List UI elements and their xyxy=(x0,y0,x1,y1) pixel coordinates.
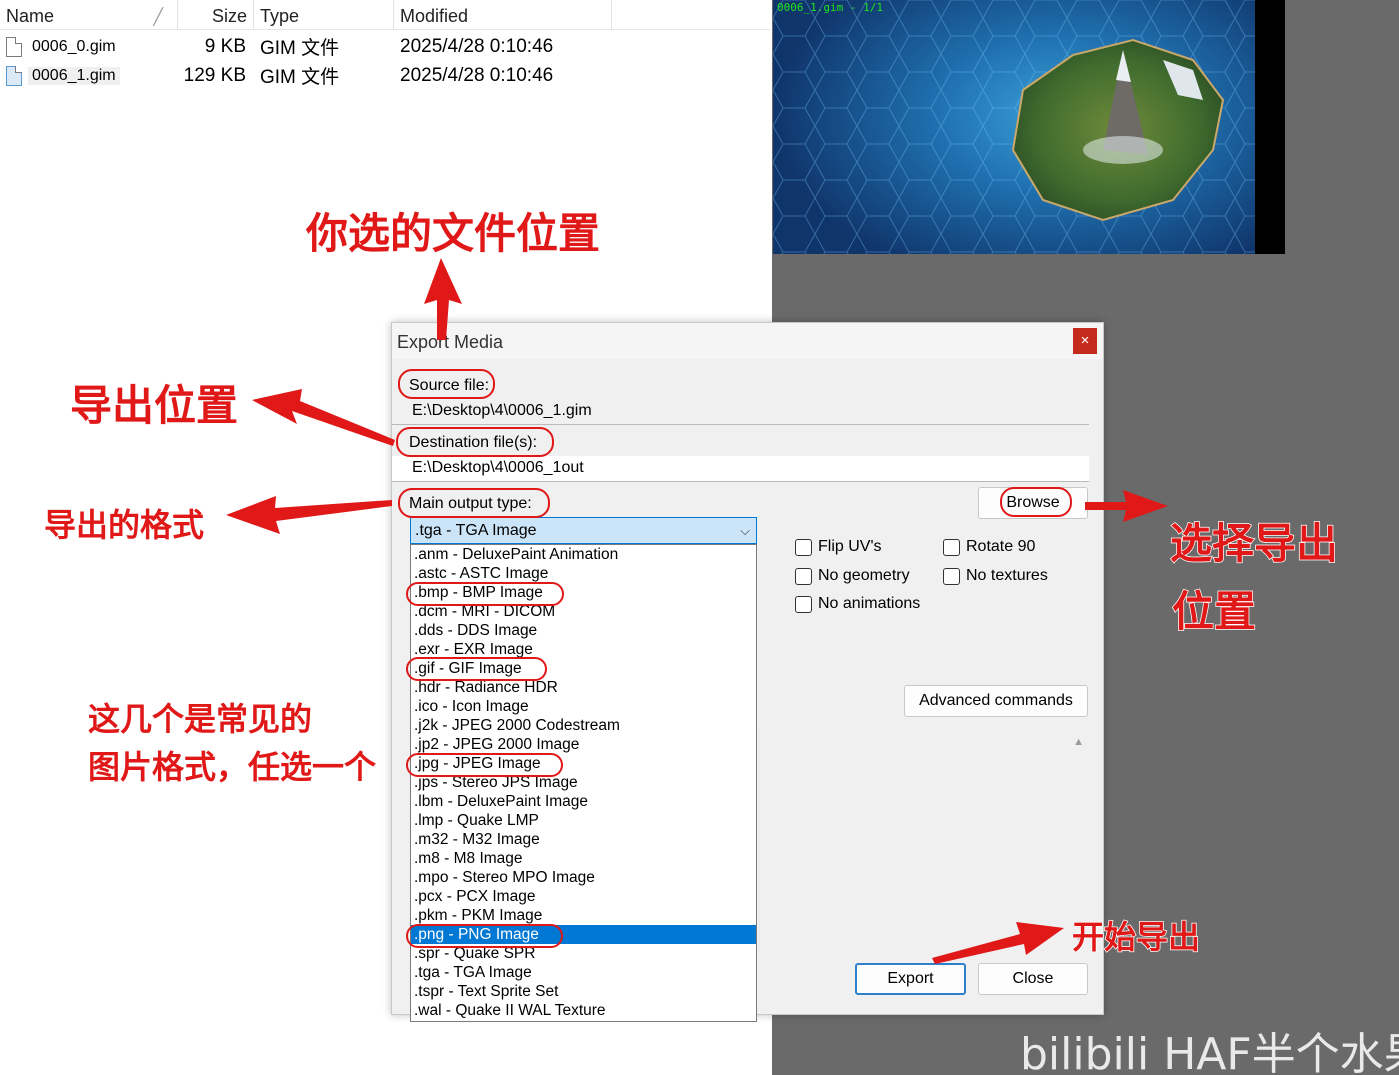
output-type-selected: .tga - TGA Image xyxy=(415,522,537,539)
output-type-option[interactable]: .tspr - Text Sprite Set xyxy=(411,982,756,1001)
output-type-option[interactable]: .pcx - PCX Image xyxy=(411,887,756,906)
annotation-start-export: 开始导出 xyxy=(1071,917,1201,957)
checkbox-box xyxy=(795,567,812,585)
checkbox-box xyxy=(943,567,960,585)
no-geometry-label: No geometry xyxy=(818,567,910,584)
output-type-option[interactable]: .mpo - Stereo MPO Image xyxy=(411,868,756,887)
annotation-export-location: 导出位置 xyxy=(70,381,239,430)
highlight-ring-destination xyxy=(396,427,554,457)
column-header-name-label: Name xyxy=(6,6,55,26)
island-preview-graphic xyxy=(773,0,1255,254)
output-type-option[interactable]: .ico - Icon Image xyxy=(411,697,756,716)
column-header-size[interactable]: Size xyxy=(178,0,254,30)
dialog-close-button[interactable]: × xyxy=(1073,328,1097,354)
no-textures-label: No textures xyxy=(966,567,1048,584)
file-row[interactable]: 0006_0.gim 9 KB GIM 文件 2025/4/28 0:10:46 xyxy=(0,32,770,61)
output-type-option[interactable]: .anm - DeluxePaint Animation xyxy=(411,545,756,564)
file-row-selected[interactable]: 0006_1.gim 129 KB GIM 文件 2025/4/28 0:10:… xyxy=(0,61,770,90)
chevron-down-icon: ⌵ xyxy=(740,523,750,538)
column-header-type[interactable]: Type xyxy=(254,0,394,30)
annotation-common-formats-2: 图片格式，任选一个 xyxy=(88,748,377,786)
dialog-title: Export Media xyxy=(397,332,504,352)
output-type-option[interactable]: .pkm - PKM Image xyxy=(411,906,756,925)
file-name: 0006_1.gim xyxy=(28,66,120,85)
dialog-titlebar[interactable]: Export Media × xyxy=(392,323,1103,359)
advanced-commands-button[interactable]: Advanced commands xyxy=(904,685,1088,717)
file-modified: 2025/4/28 0:10:46 xyxy=(400,64,554,86)
output-type-option[interactable]: .dds - DDS Image xyxy=(411,621,756,640)
column-header-name[interactable]: Name ╱ xyxy=(0,0,178,30)
highlight-ring-browse xyxy=(1000,487,1072,517)
checkbox-box xyxy=(795,538,812,556)
output-type-option[interactable]: .jp2 - JPEG 2000 Image xyxy=(411,735,756,754)
log-output-area[interactable]: ▲ ▼ xyxy=(759,730,1088,950)
output-type-select[interactable]: .tga - TGA Image ⌵ xyxy=(410,517,757,544)
output-type-option[interactable]: .lmp - Quake LMP xyxy=(411,811,756,830)
source-file-field: E:\Desktop\4\0006_1.gim xyxy=(392,399,1089,425)
highlight-ring-jpg xyxy=(406,753,563,777)
no-animations-label: No animations xyxy=(818,595,921,612)
file-type: GIM 文件 xyxy=(260,38,340,59)
highlight-ring-output-type xyxy=(398,488,550,518)
output-type-option[interactable]: .m32 - M32 Image xyxy=(411,830,756,849)
flip-uvs-checkbox[interactable]: Flip UV's xyxy=(795,538,882,556)
output-type-option[interactable]: .wal - Quake II WAL Texture xyxy=(411,1001,756,1020)
highlight-ring-source xyxy=(398,369,495,399)
output-type-dropdown-list[interactable]: .anm - DeluxePaint Animation .astc - ASTC… xyxy=(410,544,757,1022)
file-icon xyxy=(6,36,22,57)
rotate-90-label: Rotate 90 xyxy=(966,538,1036,555)
scroll-up-icon[interactable]: ▲ xyxy=(1073,736,1084,748)
column-header-modified[interactable]: Modified xyxy=(394,0,612,30)
annotation-choose-location-2: 位置 xyxy=(1171,586,1257,637)
flip-uvs-label: Flip UV's xyxy=(818,538,882,555)
no-textures-checkbox[interactable]: No textures xyxy=(943,567,1048,585)
highlight-ring-png xyxy=(406,924,563,948)
export-button[interactable]: Export xyxy=(855,963,966,995)
file-type: GIM 文件 xyxy=(260,67,340,88)
file-name: 0006_0.gim xyxy=(32,37,116,55)
highlight-ring-gif xyxy=(406,657,547,681)
file-icon xyxy=(6,65,22,86)
output-type-option[interactable]: .lbm - DeluxePaint Image xyxy=(411,792,756,811)
viewport-label: 0006_1.gim - 1/1 xyxy=(777,1,883,14)
no-animations-checkbox[interactable]: No animations xyxy=(795,595,920,613)
checkbox-box xyxy=(943,538,960,556)
watermark: bilibili HAF半个水果 xyxy=(1020,1029,1399,1075)
no-geometry-checkbox[interactable]: No geometry xyxy=(795,567,910,585)
output-type-option[interactable]: .j2k - JPEG 2000 Codestream xyxy=(411,716,756,735)
annotation-common-formats-1: 这几个是常见的 xyxy=(88,700,313,738)
close-button[interactable]: Close xyxy=(978,963,1088,995)
rotate-90-checkbox[interactable]: Rotate 90 xyxy=(943,538,1035,556)
file-modified: 2025/4/28 0:10:46 xyxy=(400,35,554,57)
file-size: 9 KB xyxy=(204,35,246,57)
output-type-option[interactable]: .astc - ASTC Image xyxy=(411,564,756,583)
annotation-choose-location-1: 选择导出 xyxy=(1169,518,1339,569)
annotation-export-format: 导出的格式 xyxy=(44,506,205,544)
checkbox-box xyxy=(795,595,812,613)
preview-viewport[interactable]: 0006_1.gim - 1/1 xyxy=(773,0,1285,254)
output-type-option[interactable]: .m8 - M8 Image xyxy=(411,849,756,868)
destination-field[interactable]: E:\Desktop\4\0006_1out xyxy=(392,456,1089,482)
close-icon: × xyxy=(1080,332,1090,349)
sort-indicator-icon: ╱ xyxy=(153,9,163,26)
output-type-option[interactable]: .tga - TGA Image xyxy=(411,963,756,982)
column-header-row: Name ╱ Size Type Modified xyxy=(0,0,770,30)
highlight-ring-bmp xyxy=(406,582,564,606)
annotation-file-location: 你选的文件位置 xyxy=(306,209,601,258)
file-size: 129 KB xyxy=(183,64,246,86)
